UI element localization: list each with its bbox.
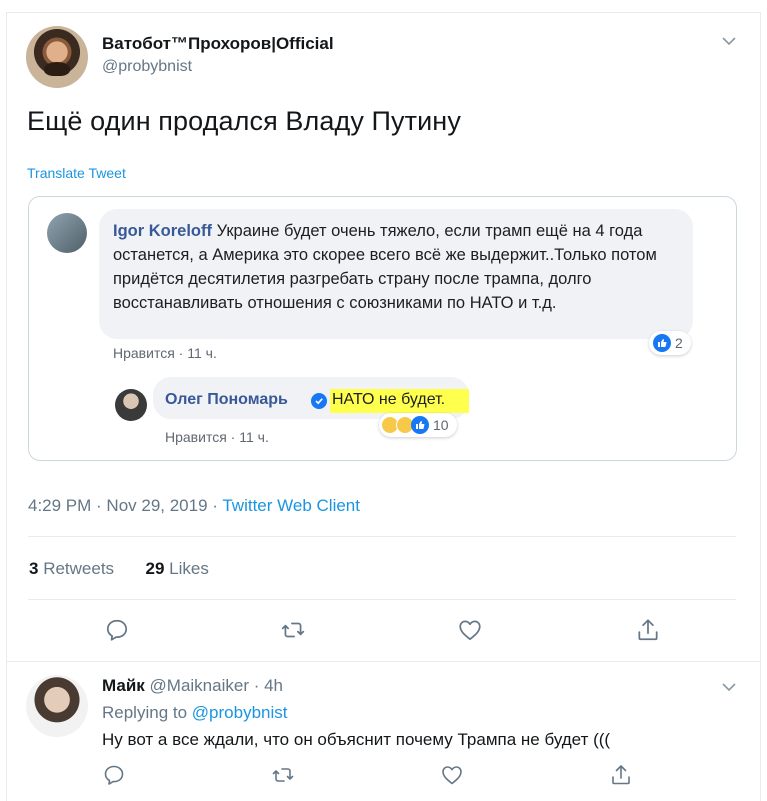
embedded-image[interactable]: Igor Koreloff Украине будет очень тяжело… [28, 196, 737, 461]
divider [6, 661, 761, 662]
reply-icon[interactable] [102, 763, 128, 789]
client-link[interactable]: Twitter Web Client [222, 496, 360, 515]
share-icon[interactable] [635, 617, 661, 643]
reply-reactions: 10 [379, 413, 457, 437]
reply-author: Майк @Maiknaiker · 4h [102, 676, 283, 696]
replying-mention[interactable]: @probybnist [192, 703, 288, 722]
replier-name: Олег Пономарь [165, 391, 288, 408]
reply-time[interactable]: · 4h [249, 676, 283, 695]
replier-avatar [115, 389, 147, 421]
reply-comment-text: НАТО не будет. [330, 389, 470, 413]
reply-time: · 11 ч. [226, 429, 269, 445]
author-handle[interactable]: @probybnist [102, 58, 192, 76]
author-avatar[interactable] [26, 26, 88, 88]
verified-icon [311, 393, 327, 409]
reply-reaction-count: 10 [433, 417, 449, 433]
retweet-icon[interactable] [271, 763, 297, 789]
fb-like-icon [653, 334, 671, 352]
reply-meta: Нравится · 11 ч. [165, 429, 269, 445]
likes-count: 29 [145, 559, 165, 578]
comment-meta: Нравится · 11 ч. [113, 345, 217, 361]
comment-time: · 11 ч. [174, 345, 217, 361]
tweet-text: Ещё один продался Владу Путину [27, 106, 461, 136]
like-icon[interactable] [440, 763, 466, 789]
comment-reactions: 2 [649, 331, 691, 355]
tweet-timestamp: 4:29 PM · Nov 29, 2019 · Twitter Web Cli… [28, 496, 360, 516]
fb-like-icon [411, 416, 429, 434]
reply-text: Ну вот а все ждали, что он объяснит поче… [102, 730, 611, 749]
comment-text: Igor Koreloff Украине будет очень тяжело… [113, 219, 685, 315]
reply-author-avatar[interactable] [26, 675, 88, 737]
reply-icon[interactable] [104, 617, 130, 643]
replying-prefix: Replying to [102, 703, 192, 722]
translate-tweet-link[interactable]: Translate Tweet [27, 165, 126, 181]
chevron-down-icon[interactable] [722, 36, 736, 48]
comment-like-label: Нравится [113, 345, 175, 361]
likes-label: Likes [164, 559, 209, 578]
retweet-icon[interactable] [280, 617, 306, 643]
divider [28, 536, 736, 537]
timestamp-text[interactable]: 4:29 PM · Nov 29, 2019 · [28, 496, 222, 515]
tweet-stats: 3 Retweets 29 Likes [29, 559, 209, 579]
comment-reaction-count: 2 [675, 335, 683, 351]
reply-author-name[interactable]: Майк [102, 676, 145, 695]
replying-to: Replying to @probybnist [102, 703, 287, 723]
share-icon[interactable] [609, 763, 635, 789]
divider [28, 599, 736, 600]
commenter-name: Igor Koreloff [113, 222, 212, 240]
likes-stat[interactable]: 29 Likes [146, 559, 209, 578]
like-icon[interactable] [457, 617, 483, 643]
retweets-label: Retweets [38, 559, 115, 578]
chevron-down-icon[interactable] [722, 682, 736, 694]
reply-like-label: Нравится [165, 429, 227, 445]
reply-author-handle[interactable]: @Maiknaiker [150, 676, 249, 695]
author-name[interactable]: Ватобот™Прохоров|Official [102, 34, 334, 54]
commenter-avatar [47, 213, 87, 253]
retweets-stat[interactable]: 3 Retweets [29, 559, 114, 578]
